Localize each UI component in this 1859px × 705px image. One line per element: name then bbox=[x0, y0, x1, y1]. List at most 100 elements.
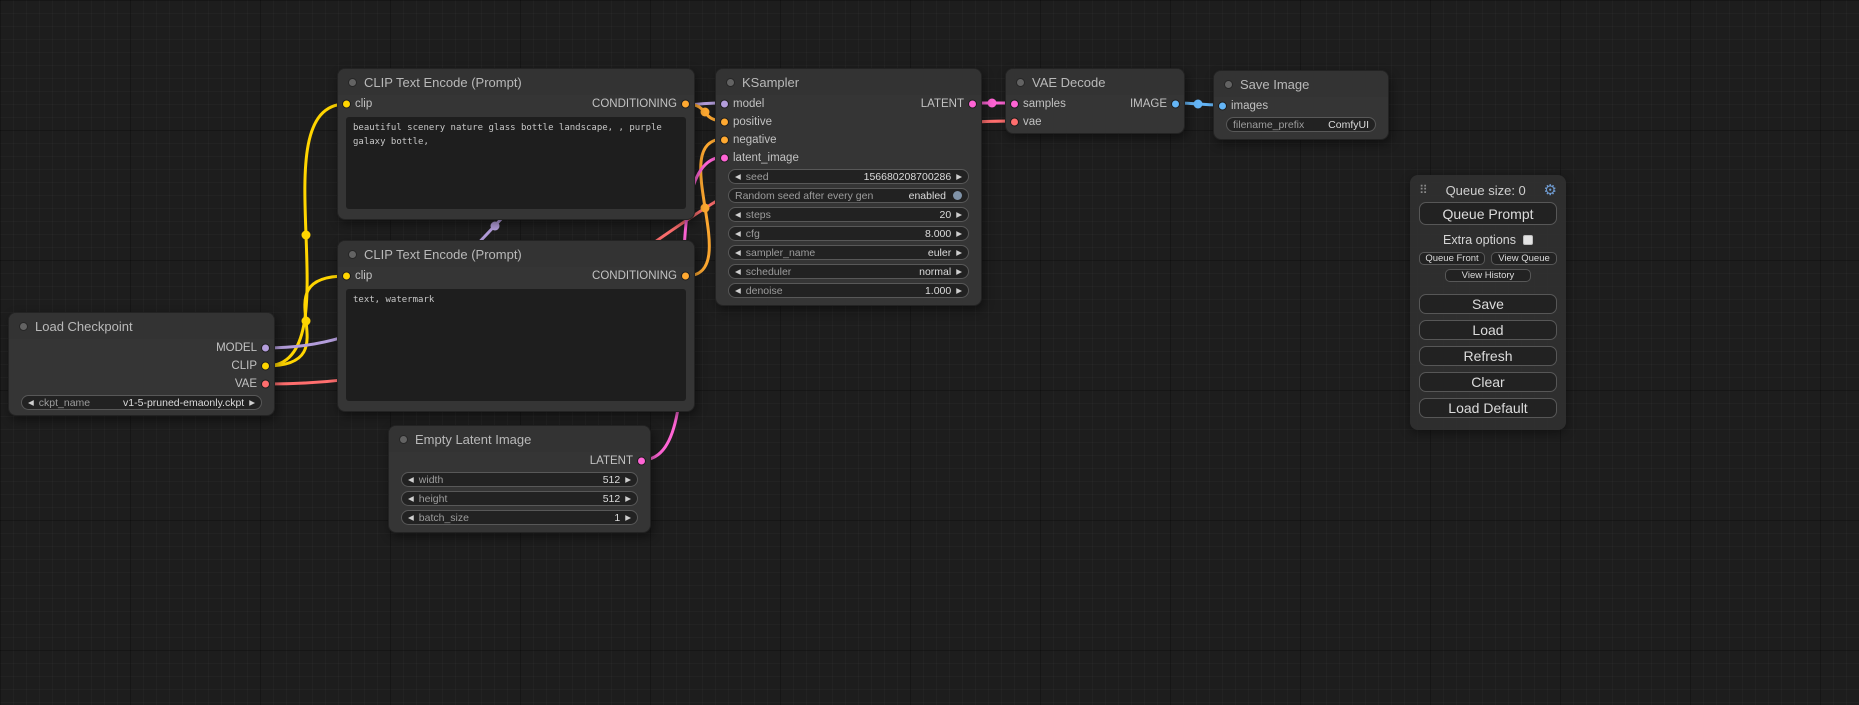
widget-value: enabled bbox=[909, 190, 946, 202]
collapse-dot-icon[interactable] bbox=[348, 250, 357, 259]
widget-scheduler[interactable]: ◀ scheduler normal ▶ bbox=[728, 264, 969, 279]
node-clip-text-encode-positive[interactable]: CLIP Text Encode (Prompt) clip CONDITION… bbox=[337, 68, 695, 220]
collapse-dot-icon[interactable] bbox=[19, 322, 28, 331]
decrement-arrow-icon[interactable]: ◀ bbox=[735, 287, 741, 295]
queue-prompt-button[interactable]: Queue Prompt bbox=[1419, 202, 1557, 225]
node-empty-latent-image[interactable]: Empty Latent Image LATENT ◀ width 512 ▶ … bbox=[388, 425, 651, 533]
widget-name: denoise bbox=[746, 285, 783, 297]
load-default-button[interactable]: Load Default bbox=[1419, 398, 1557, 418]
output-pin-latent[interactable] bbox=[968, 100, 977, 109]
widget-seed[interactable]: ◀ seed 156680208700286 ▶ bbox=[728, 169, 969, 184]
input-pin-positive[interactable] bbox=[720, 118, 729, 127]
wire-clip-to-negative-prompt bbox=[266, 276, 346, 366]
node-clip-text-encode-negative[interactable]: CLIP Text Encode (Prompt) clip CONDITION… bbox=[337, 240, 695, 412]
decrement-arrow-icon[interactable]: ◀ bbox=[735, 230, 741, 238]
input-pin-negative[interactable] bbox=[720, 136, 729, 145]
node-title: CLIP Text Encode (Prompt) bbox=[364, 247, 522, 262]
collapse-dot-icon[interactable] bbox=[1016, 78, 1025, 87]
collapse-dot-icon[interactable] bbox=[399, 435, 408, 444]
output-pin-latent[interactable] bbox=[637, 457, 646, 466]
graph-canvas[interactable]: Load Checkpoint MODEL CLIP VAE ◀ ckpt_na… bbox=[0, 0, 1859, 705]
decrement-arrow-icon[interactable]: ◀ bbox=[735, 249, 741, 257]
increment-arrow-icon[interactable]: ▶ bbox=[956, 230, 962, 238]
widget-sampler-name[interactable]: ◀ sampler_name euler ▶ bbox=[728, 245, 969, 260]
increment-arrow-icon[interactable]: ▶ bbox=[956, 287, 962, 295]
prompt-textarea[interactable]: beautiful scenery nature glass bottle la… bbox=[346, 117, 686, 209]
extra-options-checkbox[interactable] bbox=[1523, 235, 1533, 245]
widget-cfg[interactable]: ◀ cfg 8.000 ▶ bbox=[728, 226, 969, 241]
widget-batch-size[interactable]: ◀ batch_size 1 ▶ bbox=[401, 510, 638, 525]
increment-arrow-icon[interactable]: ▶ bbox=[625, 476, 631, 484]
decrement-arrow-icon[interactable]: ◀ bbox=[735, 173, 741, 181]
increment-arrow-icon[interactable]: ▶ bbox=[956, 268, 962, 276]
output-label-image: IMAGE bbox=[1130, 98, 1167, 110]
decrement-arrow-icon[interactable]: ◀ bbox=[408, 495, 414, 503]
node-title-bar[interactable]: Empty Latent Image bbox=[389, 426, 650, 452]
queue-front-button[interactable]: Queue Front bbox=[1419, 252, 1485, 265]
output-pin-image[interactable] bbox=[1171, 100, 1180, 109]
input-pin-clip[interactable] bbox=[342, 100, 351, 109]
collapse-dot-icon[interactable] bbox=[348, 78, 357, 87]
increment-arrow-icon[interactable]: ▶ bbox=[956, 211, 962, 219]
node-save-image[interactable]: Save Image images filename_prefix ComfyU… bbox=[1213, 70, 1389, 140]
widget-denoise[interactable]: ◀ denoise 1.000 ▶ bbox=[728, 283, 969, 298]
node-title-bar[interactable]: KSampler bbox=[716, 69, 981, 95]
increment-arrow-icon[interactable]: ▶ bbox=[956, 173, 962, 181]
increment-arrow-icon[interactable]: ▶ bbox=[249, 399, 255, 407]
increment-arrow-icon[interactable]: ▶ bbox=[625, 495, 631, 503]
output-slot-model: MODEL bbox=[9, 339, 274, 357]
refresh-button[interactable]: Refresh bbox=[1419, 346, 1557, 366]
collapse-dot-icon[interactable] bbox=[726, 78, 735, 87]
node-load-checkpoint[interactable]: Load Checkpoint MODEL CLIP VAE ◀ ckpt_na… bbox=[8, 312, 275, 416]
output-slot-clip: CLIP bbox=[9, 357, 274, 375]
node-title-bar[interactable]: CLIP Text Encode (Prompt) bbox=[338, 69, 694, 95]
node-title-bar[interactable]: Save Image bbox=[1214, 71, 1388, 97]
decrement-arrow-icon[interactable]: ◀ bbox=[735, 211, 741, 219]
clear-button[interactable]: Clear bbox=[1419, 372, 1557, 392]
output-pin-conditioning[interactable] bbox=[681, 100, 690, 109]
output-pin-conditioning[interactable] bbox=[681, 272, 690, 281]
widget-ckpt-name[interactable]: ◀ ckpt_name v1-5-pruned-emaonly.ckpt ▶ bbox=[21, 395, 262, 410]
queue-panel-header: ⠿ Queue size: 0 ⚙ bbox=[1419, 180, 1557, 200]
widget-height[interactable]: ◀ height 512 ▶ bbox=[401, 491, 638, 506]
drag-handle-icon[interactable]: ⠿ bbox=[1419, 183, 1428, 197]
decrement-arrow-icon[interactable]: ◀ bbox=[408, 514, 414, 522]
input-pin-clip[interactable] bbox=[342, 272, 351, 281]
output-pin-clip[interactable] bbox=[261, 362, 270, 371]
widget-width[interactable]: ◀ width 512 ▶ bbox=[401, 472, 638, 487]
slot-row: model LATENT bbox=[716, 95, 981, 113]
input-pin-samples[interactable] bbox=[1010, 100, 1019, 109]
input-pin-latent-image[interactable] bbox=[720, 154, 729, 163]
widget-random-seed-toggle[interactable]: Random seed after every gen enabled bbox=[728, 188, 969, 203]
toggle-dot-icon[interactable] bbox=[953, 191, 962, 200]
widget-filename-prefix[interactable]: filename_prefix ComfyUI bbox=[1226, 117, 1376, 132]
decrement-arrow-icon[interactable]: ◀ bbox=[735, 268, 741, 276]
node-title: VAE Decode bbox=[1032, 75, 1105, 90]
output-pin-model[interactable] bbox=[261, 344, 270, 353]
settings-gear-icon[interactable]: ⚙ bbox=[1544, 181, 1557, 199]
node-ksampler[interactable]: KSampler model LATENT positive negative … bbox=[715, 68, 982, 306]
input-pin-vae[interactable] bbox=[1010, 118, 1019, 127]
view-history-button[interactable]: View History bbox=[1445, 269, 1531, 282]
widget-steps[interactable]: ◀ steps 20 ▶ bbox=[728, 207, 969, 222]
node-vae-decode[interactable]: VAE Decode samples IMAGE vae bbox=[1005, 68, 1185, 134]
wire-clip-to-positive-prompt bbox=[266, 104, 346, 366]
node-title-bar[interactable]: VAE Decode bbox=[1006, 69, 1184, 95]
input-pin-images[interactable] bbox=[1218, 102, 1227, 111]
increment-arrow-icon[interactable]: ▶ bbox=[625, 514, 631, 522]
save-button[interactable]: Save bbox=[1419, 294, 1557, 314]
increment-arrow-icon[interactable]: ▶ bbox=[956, 249, 962, 257]
wire-midpoint-dot bbox=[302, 317, 311, 326]
node-title-bar[interactable]: Load Checkpoint bbox=[9, 313, 274, 339]
prompt-textarea[interactable]: text, watermark bbox=[346, 289, 686, 401]
history-row: View History bbox=[1419, 269, 1557, 282]
decrement-arrow-icon[interactable]: ◀ bbox=[408, 476, 414, 484]
widget-name: steps bbox=[746, 209, 771, 221]
input-pin-model[interactable] bbox=[720, 100, 729, 109]
view-queue-button[interactable]: View Queue bbox=[1491, 252, 1557, 265]
collapse-dot-icon[interactable] bbox=[1224, 80, 1233, 89]
node-title-bar[interactable]: CLIP Text Encode (Prompt) bbox=[338, 241, 694, 267]
load-button[interactable]: Load bbox=[1419, 320, 1557, 340]
output-pin-vae[interactable] bbox=[261, 380, 270, 389]
decrement-arrow-icon[interactable]: ◀ bbox=[28, 399, 34, 407]
